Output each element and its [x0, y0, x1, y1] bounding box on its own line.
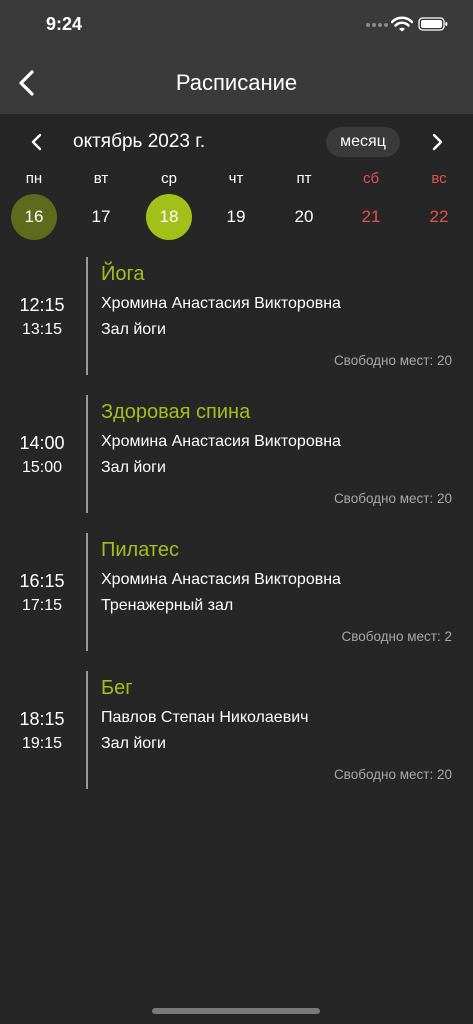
- header-bar: 9:24 Расписание: [0, 0, 473, 114]
- date-cell[interactable]: 22: [416, 194, 462, 240]
- date-cell[interactable]: 17: [78, 194, 124, 240]
- event-end-time: 15:00: [21, 459, 63, 476]
- event-seats: Свободно мест: 20: [333, 491, 452, 506]
- schedule-item[interactable]: 18:15 19:15 Бег Павлов Степан Николаевич…: [0, 671, 473, 789]
- event-divider: [86, 671, 88, 789]
- event-divider: [86, 533, 88, 651]
- month-label: октябрь 2023 г.: [73, 131, 206, 152]
- weekday-label: пн: [25, 170, 43, 187]
- event-start-time: 18:15: [19, 709, 65, 729]
- page-title: Расписание: [175, 70, 298, 95]
- event-trainer: Хромина Анастасия Викторовна: [101, 571, 341, 588]
- event-trainer: Хромина Анастасия Викторовна: [101, 433, 341, 450]
- weekday-label: вс: [431, 170, 447, 187]
- event-start-time: 14:00: [19, 433, 65, 453]
- weekday-label: ср: [161, 170, 177, 187]
- view-toggle-button[interactable]: месяц: [326, 127, 400, 157]
- event-divider: [86, 395, 88, 513]
- cellular-signal-icon: [366, 23, 388, 29]
- weekday-label: сб: [362, 170, 380, 187]
- event-trainer: Павлов Степан Николаевич: [101, 709, 309, 726]
- event-title: Бег: [101, 677, 133, 699]
- home-indicator[interactable]: [152, 1008, 320, 1014]
- weekday-row: пн вт ср чт пт сб вс: [0, 170, 473, 190]
- event-divider: [86, 257, 88, 375]
- schedule-item[interactable]: 12:15 13:15 Йога Хромина Анастасия Викто…: [0, 257, 473, 375]
- next-month-button[interactable]: [428, 132, 446, 152]
- weekday-label: пт: [296, 170, 312, 187]
- event-seats: Свободно мест: 20: [333, 767, 452, 782]
- battery-icon: [418, 17, 448, 31]
- event-room: Зал йоги: [101, 459, 166, 476]
- schedule-item[interactable]: 16:15 17:15 Пилатес Хромина Анастасия Ви…: [0, 533, 473, 651]
- event-title: Здоровая спина: [101, 401, 251, 423]
- event-room: Зал йоги: [101, 321, 166, 338]
- event-title: Пилатес: [101, 539, 179, 561]
- date-row: 16 17 18 19 20 21 22: [0, 194, 473, 240]
- wifi-icon: [391, 16, 413, 32]
- event-room: Зал йоги: [101, 735, 166, 752]
- event-end-time: 19:15: [21, 735, 63, 752]
- schedule-item[interactable]: 14:00 15:00 Здоровая спина Хромина Анаст…: [0, 395, 473, 513]
- prev-month-button[interactable]: [28, 132, 46, 152]
- event-title: Йога: [101, 263, 145, 285]
- event-trainer: Хромина Анастасия Викторовна: [101, 295, 341, 312]
- event-end-time: 13:15: [21, 321, 63, 338]
- event-seats: Свободно мест: 2: [341, 629, 452, 644]
- date-cell[interactable]: 20: [281, 194, 327, 240]
- date-cell[interactable]: 19: [213, 194, 259, 240]
- date-cell-today[interactable]: 16: [11, 194, 57, 240]
- event-end-time: 17:15: [21, 597, 63, 614]
- event-room: Тренажерный зал: [101, 597, 234, 614]
- date-cell-selected[interactable]: 18: [146, 194, 192, 240]
- status-time: 9:24: [46, 14, 83, 34]
- event-seats: Свободно мест: 20: [333, 353, 452, 368]
- date-cell[interactable]: 21: [348, 194, 394, 240]
- event-start-time: 16:15: [19, 571, 65, 591]
- weekday-label: чт: [228, 170, 244, 187]
- weekday-label: вт: [93, 170, 109, 187]
- event-start-time: 12:15: [19, 295, 65, 315]
